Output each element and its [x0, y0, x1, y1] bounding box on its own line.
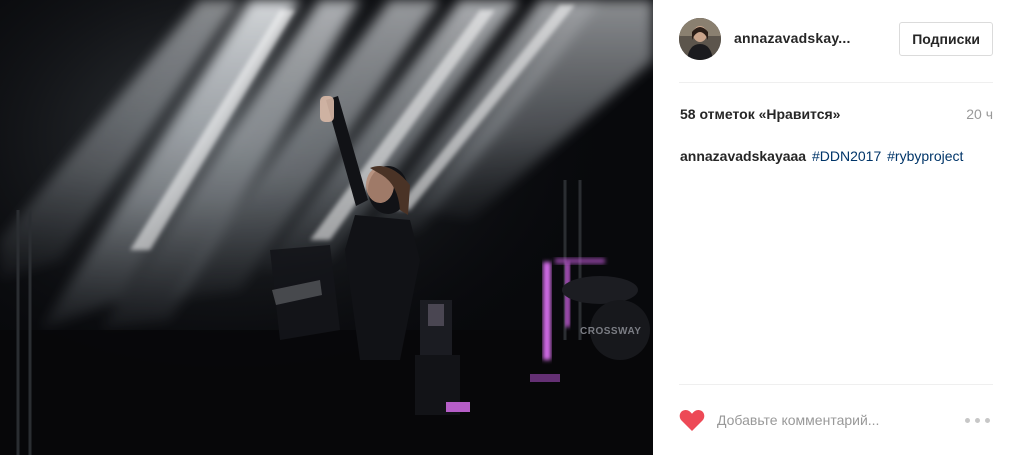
comment-divider [679, 384, 993, 385]
avatar-photo [679, 18, 721, 60]
post-time[interactable]: 20 ч [966, 106, 993, 122]
more-options-icon[interactable] [965, 410, 993, 430]
post-caption: annazavadskayaaa #DDN2017 #rybyproject [680, 148, 963, 164]
hashtag-link[interactable]: #rybyproject [887, 148, 963, 164]
comment-input[interactable] [717, 408, 967, 432]
post-header: annazavadskay... Подписки [679, 18, 993, 60]
heart-icon[interactable] [679, 408, 705, 432]
concert-photo-art [0, 0, 653, 455]
comment-bar [679, 404, 993, 436]
caption-author-link[interactable]: annazavadskayaaa [680, 148, 806, 164]
header-divider [679, 82, 993, 83]
post-photo[interactable]: CROSSWAY [0, 0, 653, 455]
username-link[interactable]: annazavadskay... [734, 30, 851, 46]
post-side-panel: annazavadskay... Подписки 58 отметок «Нр… [653, 0, 1017, 455]
avatar[interactable] [679, 18, 721, 60]
likes-count[interactable]: 58 отметок «Нравится» [680, 106, 840, 122]
stage-sign-text: CROSSWAY [580, 326, 642, 337]
following-button[interactable]: Подписки [899, 22, 993, 56]
hashtag-link[interactable]: #DDN2017 [812, 148, 881, 164]
